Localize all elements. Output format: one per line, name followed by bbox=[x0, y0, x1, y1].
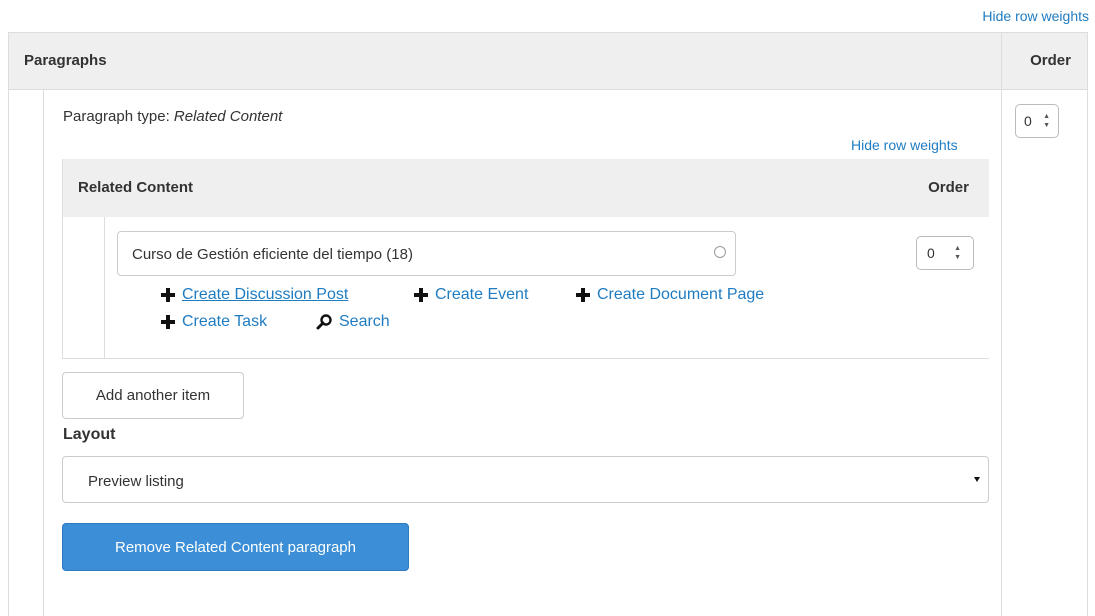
paragraphs-header: Paragraphs bbox=[24, 52, 107, 69]
link-label: Search bbox=[339, 313, 390, 330]
table-border bbox=[62, 358, 989, 359]
layout-label: Layout bbox=[63, 426, 116, 443]
paragraph-type: Paragraph type: Related Content bbox=[63, 108, 282, 125]
spinner-arrows-icon: ▲ ▼ bbox=[954, 245, 961, 261]
related-content-table-header: Related Content Order bbox=[62, 159, 989, 217]
hide-row-weights-link[interactable]: Hide row weights bbox=[982, 8, 1089, 24]
table-border bbox=[8, 90, 9, 616]
paragraph-type-value: Related Content bbox=[173, 108, 283, 125]
autocomplete-throbber-icon bbox=[714, 246, 726, 258]
order-value: 0 bbox=[927, 245, 935, 261]
layout-select[interactable]: Preview listing bbox=[62, 456, 989, 503]
search-icon bbox=[316, 314, 332, 330]
link-label: Create Discussion Post bbox=[182, 286, 349, 303]
plus-icon bbox=[160, 314, 176, 330]
order-header: Order bbox=[1030, 52, 1071, 69]
hide-row-weights-link-inner[interactable]: Hide row weights bbox=[851, 137, 958, 153]
create-event-link[interactable]: Create Event bbox=[413, 286, 528, 304]
related-content-header: Related Content bbox=[78, 179, 194, 196]
order-value: 0 bbox=[1024, 113, 1032, 129]
spinner-arrows-icon: ▲ ▼ bbox=[1043, 113, 1050, 129]
add-another-item-button[interactable]: Add another item bbox=[62, 372, 244, 419]
layout-selected-value: Preview listing bbox=[88, 473, 184, 490]
paragraph-order-select[interactable]: 0 ▲ ▼ bbox=[1015, 104, 1059, 138]
create-discussion-post-link[interactable]: Create Discussion Post bbox=[160, 286, 348, 304]
order-header: Order bbox=[928, 179, 969, 196]
paragraphs-table-header: Paragraphs Order bbox=[8, 32, 1088, 90]
input-value: Curso de Gestión eficiente del tiempo (1… bbox=[132, 246, 413, 263]
table-border bbox=[1087, 90, 1088, 616]
column-divider bbox=[1001, 32, 1002, 616]
plus-icon bbox=[160, 287, 176, 303]
create-task-link[interactable]: Create Task bbox=[160, 313, 267, 331]
plus-icon bbox=[575, 287, 591, 303]
chevron-down-icon bbox=[974, 477, 980, 482]
link-label: Create Document Page bbox=[597, 286, 765, 303]
item-order-select[interactable]: 0 ▲ ▼ bbox=[916, 236, 974, 270]
drag-column-divider bbox=[104, 217, 105, 359]
drag-column-divider bbox=[43, 90, 44, 616]
search-link[interactable]: Search bbox=[315, 313, 390, 331]
link-label: Create Event bbox=[435, 286, 529, 303]
remove-paragraph-button[interactable]: Remove Related Content paragraph bbox=[62, 523, 409, 571]
table-border bbox=[62, 159, 63, 359]
create-document-page-link[interactable]: Create Document Page bbox=[575, 286, 764, 304]
plus-icon bbox=[413, 287, 429, 303]
link-label: Create Task bbox=[182, 313, 268, 330]
related-content-autocomplete-input[interactable]: Curso de Gestión eficiente del tiempo (1… bbox=[117, 231, 736, 276]
paragraph-type-label: Paragraph type: bbox=[63, 108, 170, 125]
